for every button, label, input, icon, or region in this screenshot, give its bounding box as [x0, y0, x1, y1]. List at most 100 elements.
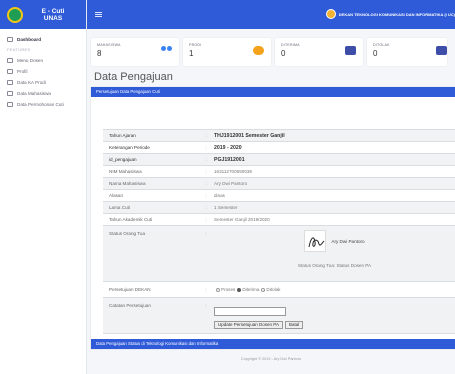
detail-table: Tahun Ajaran : THJ1912001 Semester Ganji… [103, 129, 455, 334]
page-footer: Copyright © 2019 - Ary Dwi Pantoro [240, 357, 302, 361]
avatar [325, 9, 336, 19]
row-label: id_pengajuan [109, 157, 137, 162]
row-separator: : [205, 157, 207, 162]
row-value: Semester Ganjil 2019/2020 [214, 217, 270, 222]
sidebar-item-data-mahasiswa[interactable]: Data Mahasiswa [0, 88, 86, 99]
row-value: 163112700650039 [214, 169, 252, 174]
approval-radio-group: Proses Diterima Ditolak [211, 282, 455, 297]
sidebar-item-label: Data Permohonan Cuti [17, 102, 64, 107]
row-separator: : [205, 145, 207, 150]
signer-name: Ary Dwi Pantoro [331, 238, 365, 244]
topbar: DEKAN TEKNOLOGI KOMUNIKASI DAN INFORMATI… [87, 0, 455, 29]
sidebar-item-profil[interactable]: Profil [0, 66, 86, 77]
row-label: NIM Mahasiswa [109, 169, 142, 174]
calendar-icon [345, 46, 356, 55]
table-row: Nama Mahasiswa : Ary Dwi Pantoro [103, 178, 455, 190]
panel-footer: Data Pengajuan Status di Teknologi Komun… [91, 339, 455, 349]
status-text: Status Orang Tua: Status Dosen PA [297, 263, 372, 268]
row-separator: : [205, 287, 207, 292]
sidebar-item-label: Data Mahasiswa [17, 91, 51, 96]
signature-image [304, 230, 327, 252]
row-label: Lama Cuti [109, 205, 130, 210]
radio-label: Proses [221, 287, 236, 292]
table-row: Status Orang Tua : Ary Dwi Pantoro Statu… [103, 226, 455, 282]
catatan-input[interactable] [214, 306, 286, 316]
calendar-icon [436, 46, 447, 55]
catatan-form: Update Persetujuan Dosen PA Batal [211, 298, 455, 333]
table-icon [7, 91, 13, 96]
sidebar-item-label: Dashboard [17, 37, 41, 42]
sidebar-menu: Dashboard FEATURES Menu Dosen Profil Dat… [0, 29, 86, 110]
table-icon [7, 102, 13, 107]
chat-icon [253, 46, 264, 55]
sidebar-item-data-ka-prodi[interactable]: Data KA Prodi [0, 77, 86, 88]
dashboard-icon [7, 37, 13, 42]
row-separator: : [205, 303, 207, 308]
row-label: Catatan Persetujuan [109, 303, 151, 308]
row-label: Nama Mahasiswa [109, 181, 146, 186]
update-button[interactable]: Update Persetujuan Dosen PA [214, 320, 283, 329]
stat-cards: MAHASISWA 8 PRODI 1 DITERIMA 0 DITOLAK 0 [91, 38, 447, 66]
signature-box: Ary Dwi Pantoro [304, 230, 365, 252]
sidebar-section-label: FEATURES [7, 47, 31, 52]
sidebar-item-label: Menu Dosen [17, 58, 44, 63]
row-separator: : [205, 231, 207, 236]
cancel-button[interactable]: Batal [284, 320, 304, 329]
card-label: DITOLAK [373, 43, 390, 47]
sidebar-item-menu-dosen[interactable]: Menu Dosen [0, 55, 86, 66]
user-name: DEKAN TEKNOLOGI KOMUNIKASI DAN INFORMATI… [338, 11, 455, 17]
row-value: 2019 - 2020 [214, 144, 242, 151]
stat-card-diterima: DITERIMA 0 [275, 38, 363, 66]
radio-label: Ditolak [266, 287, 281, 292]
table-row: Tahun Akademik Cuti : Semester Ganjil 20… [103, 214, 455, 226]
row-value: PGJ1912001 [214, 156, 245, 163]
sidebar-item-dashboard[interactable]: Dashboard [0, 34, 86, 45]
row-separator: : [205, 133, 207, 138]
radio-ditolak[interactable] [261, 287, 266, 292]
user-menu[interactable]: DEKAN TEKNOLOGI KOMUNIKASI DAN INFORMATI… [325, 9, 455, 19]
user-icon [7, 69, 13, 74]
stat-card-mahasiswa: MAHASISWA 8 [91, 38, 179, 66]
table-row: Alasan : dinas [103, 190, 455, 202]
sidebar-item-data-permohonan-cuti[interactable]: Data Permohonan Cuti [0, 99, 86, 110]
form-buttons: Update Persetujuan Dosen PA Batal [214, 320, 305, 329]
table-row: Tahun Ajaran : THJ1912001 Semester Ganji… [103, 130, 455, 142]
brand[interactable]: E - Cuti UNAS [0, 0, 86, 29]
row-value: Ary Dwi Pantoro [214, 181, 248, 186]
approval-panel: Persetujuan Data Pengajuan Cuti Tahun Aj… [91, 87, 455, 349]
radio-proses[interactable] [216, 287, 220, 292]
folder-icon [7, 58, 13, 63]
menu-toggle-icon[interactable] [95, 12, 102, 17]
table-row: Persetujuan DEKAN : Proses Diterima Dito… [103, 282, 455, 298]
table-row: NIM Mahasiswa : 163112700650039 [103, 166, 455, 178]
row-separator: : [205, 205, 207, 210]
row-separator: : [205, 217, 207, 222]
row-label: Status Orang Tua [109, 231, 146, 236]
university-logo-icon [7, 6, 23, 23]
row-label: Keterangan Periode [109, 145, 150, 150]
row-value: 1 Semester [214, 205, 238, 210]
row-label: Tahun Ajaran [109, 133, 136, 138]
card-value: 0 [373, 49, 378, 58]
row-value: dinas [214, 193, 225, 198]
panel-header: Persetujuan Data Pengajuan Cuti [91, 87, 455, 97]
sidebar: E - Cuti UNAS Dashboard FEATURES Menu Do… [0, 0, 87, 374]
row-separator: : [205, 193, 207, 198]
stat-card-prodi: PRODI 1 [183, 38, 271, 66]
row-label: Tahun Akademik Cuti [109, 217, 153, 222]
users-icon [161, 46, 172, 55]
row-separator: : [205, 169, 207, 174]
table-icon [7, 80, 13, 85]
radio-diterima[interactable] [237, 287, 242, 292]
sidebar-item-label: Data KA Prodi [17, 80, 46, 85]
stat-card-ditolak: DITOLAK 0 [367, 38, 447, 66]
status-orang-tua: Ary Dwi Pantoro Status Orang Tua: Status… [211, 226, 455, 281]
table-row: Keterangan Periode : 2019 - 2020 [103, 142, 455, 154]
table-row: id_pengajuan : PGJ1912001 [103, 154, 455, 166]
row-label: Alasan [109, 193, 124, 198]
radio-label: Diterima [242, 287, 260, 292]
sidebar-item-label: Profil [17, 69, 28, 74]
table-row: Lama Cuti : 1 Semester [103, 202, 455, 214]
row-separator: : [205, 181, 207, 186]
row-label: Persetujuan DEKAN [109, 287, 151, 292]
